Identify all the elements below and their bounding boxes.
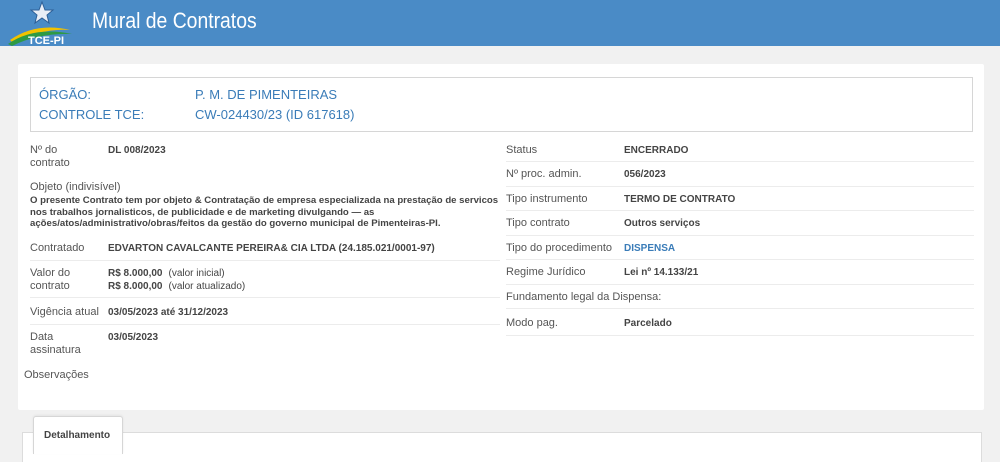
data-assinatura-label: Data assinatura [30,331,81,356]
row-data-assinatura: Data assinatura 03/05/2023 [30,325,500,361]
row-proc-admin: Nº proc. admin. 056/2023 [506,162,974,187]
logo-text: TCE-PI [28,35,64,46]
data-assinatura-value: 03/05/2023 [108,332,159,343]
top-bar: TCE-PI Mural de Contratos [0,0,1000,46]
detalhamento-panel [22,432,982,462]
controle-label: CONTROLE TCE: [39,107,145,122]
row-numero-contrato: Nº do contrato DL 008/2023 [30,140,500,176]
valor-inicial-note: (valor inicial) [168,268,225,279]
regime-juridico-label: Regime Jurídico [506,266,586,278]
row-tipo-procedimento: Tipo do procedimento DISPENSA [506,236,974,260]
tipo-procedimento-link[interactable]: DISPENSA [624,242,675,255]
proc-admin-value: 056/2023 [624,169,666,180]
tipo-contrato-value: Outros serviços [624,218,701,229]
tipo-procedimento-label: Tipo do procedimento [506,242,612,254]
valor-atualizado: R$ 8.000,00 (valor atualizado) [108,280,245,293]
contract-card: ÓRGÃO: P. M. DE PIMENTEIRAS CONTROLE TCE… [18,64,984,410]
page-title: Mural de Contratos [92,8,257,33]
valor-inicial: R$ 8.000,00 (valor inicial) [108,267,225,280]
valor-atualizado-value: R$ 8.000,00 [108,281,163,292]
tipo-instrumento-value: TERMO DE CONTRATO [624,194,736,205]
valor-inicial-value: R$ 8.000,00 [108,268,163,279]
status-label: Status [506,144,538,156]
regime-juridico-value: Lei nº 14.133/21 [624,267,699,278]
tce-pi-logo[interactable]: TCE-PI [6,0,78,46]
tipo-contrato-label: Tipo contrato [506,217,570,229]
row-tipo-contrato: Tipo contrato Outros serviços [506,211,974,236]
vigencia-label: Vigência atual [30,306,99,318]
row-vigencia: Vigência atual 03/05/2023 até 31/12/2023 [30,298,500,325]
contract-summary-box: ÓRGÃO: P. M. DE PIMENTEIRAS CONTROLE TCE… [30,77,973,132]
tab-detalhamento-label: Detalhamento [44,430,111,441]
contratado-label: Contratado [30,242,85,254]
proc-admin-label: Nº proc. admin. [506,168,582,180]
controle-value: CW-024430/23 (ID 617618) [195,107,355,122]
numero-contrato-label: Nº do contrato [30,144,70,169]
row-valor-contrato: Valor do contrato R$ 8.000,00 (valor inic… [30,261,500,298]
contratado-value: EDVARTON CAVALCANTE PEREIRA& CIA LTDA (2… [108,243,435,254]
tab-detalhamento[interactable]: Detalhamento [33,416,123,454]
row-fundamento-legal: Fundamento legal da Dispensa: [506,285,974,309]
objeto-label: Objeto (indivisível) [30,181,121,193]
row-contratado: Contratado EDVARTON CAVALCANTE PEREIRA& … [30,234,500,261]
row-tipo-instrumento: Tipo instrumento TERMO DE CONTRATO [506,187,974,211]
numero-contrato-value: DL 008/2023 [108,145,166,156]
modo-pagamento-value: Parcelado [624,318,672,329]
observacoes-label: Observações [24,369,89,381]
row-modo-pagamento: Modo pag. Parcelado [506,309,974,336]
row-status: Status ENCERRADO [506,138,974,162]
modo-pagamento-label: Modo pag. [506,317,558,329]
orgao-value: P. M. DE PIMENTEIRAS [195,87,338,102]
row-regime-juridico: Regime Jurídico Lei nº 14.133/21 [506,260,974,285]
tipo-instrumento-label: Tipo instrumento [506,193,588,205]
vigencia-value: 03/05/2023 até 31/12/2023 [108,307,229,318]
status-value: ENCERRADO [624,145,689,156]
orgao-label: ÓRGÃO: [39,87,92,102]
fundamento-legal-label: Fundamento legal da Dispensa: [506,291,662,303]
valor-contrato-label: Valor do contrato [30,267,71,292]
valor-atualizado-note: (valor atualizado) [168,281,246,292]
objeto-value: O presente Contrato tem por objeto & Con… [30,195,499,230]
